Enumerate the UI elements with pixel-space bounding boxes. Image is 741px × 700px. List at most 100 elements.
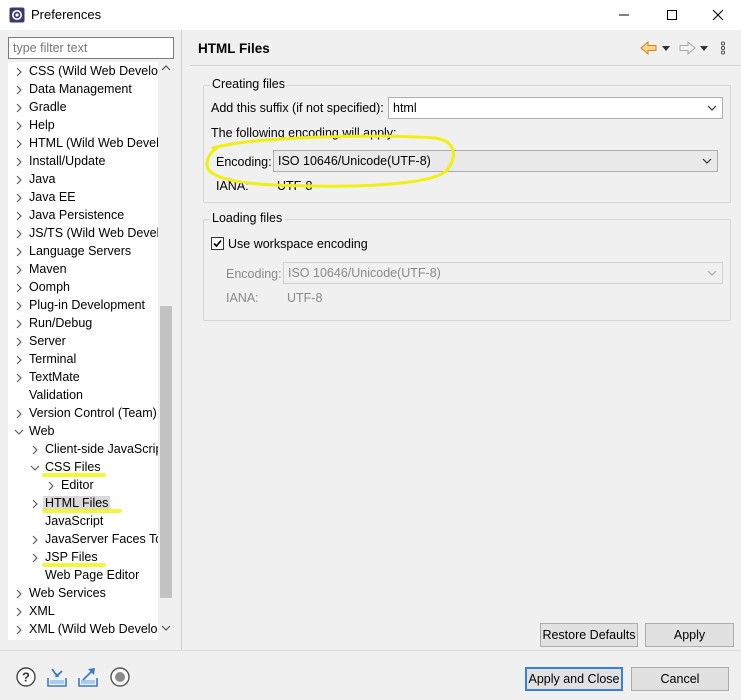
tree-item-label: Oomph bbox=[29, 280, 70, 294]
chevron-right-icon[interactable] bbox=[14, 624, 24, 636]
export-icon[interactable] bbox=[77, 666, 99, 688]
tree-item[interactable]: Version Control (Team) bbox=[8, 405, 160, 423]
tree-item-label: Server bbox=[29, 334, 66, 348]
tree-item[interactable]: Maven bbox=[8, 261, 160, 279]
cancel-button[interactable]: Cancel bbox=[631, 667, 729, 691]
workspace-encoding-checkbox[interactable] bbox=[211, 237, 224, 250]
chevron-right-icon[interactable] bbox=[14, 336, 24, 348]
chevron-right-icon[interactable] bbox=[14, 246, 24, 258]
tree-item[interactable]: XML bbox=[8, 603, 160, 621]
chevron-right-icon[interactable] bbox=[30, 498, 40, 510]
chevron-right-icon[interactable] bbox=[30, 552, 40, 564]
back-menu-chevron-icon[interactable] bbox=[661, 40, 671, 56]
chevron-right-icon[interactable] bbox=[30, 444, 40, 456]
chevron-right-icon[interactable] bbox=[14, 210, 24, 222]
chevron-right-icon[interactable] bbox=[14, 318, 24, 330]
close-button[interactable] bbox=[695, 0, 741, 30]
tree-item[interactable]: Run/Debug bbox=[8, 315, 160, 333]
help-icon[interactable]: ? bbox=[15, 666, 37, 688]
tree-item[interactable]: Client-side JavaScript bbox=[8, 441, 160, 459]
header-separator bbox=[190, 65, 741, 66]
chevron-right-icon[interactable] bbox=[14, 282, 24, 294]
tree-item[interactable]: Data Management bbox=[8, 81, 160, 99]
tree-item[interactable]: Plug-in Development bbox=[8, 297, 160, 315]
tree-item[interactable]: Help bbox=[8, 117, 160, 135]
tree-item[interactable]: Editor bbox=[8, 477, 160, 495]
highlight-circle-annotation bbox=[205, 134, 455, 188]
tree-item[interactable]: Web Page Editor bbox=[8, 567, 160, 585]
scroll-up-icon[interactable] bbox=[161, 64, 171, 72]
chevron-right-icon[interactable] bbox=[14, 120, 24, 132]
chevron-right-icon[interactable] bbox=[14, 588, 24, 600]
chevron-down-icon bbox=[702, 158, 712, 164]
maximize-button[interactable] bbox=[649, 0, 695, 30]
filter-field[interactable] bbox=[8, 37, 174, 59]
tree-item[interactable]: Language Servers bbox=[8, 243, 160, 261]
restore-defaults-button[interactable]: Restore Defaults bbox=[540, 623, 638, 647]
tree-item[interactable]: Gradle bbox=[8, 99, 160, 117]
tree-item[interactable]: Java Persistence bbox=[8, 207, 160, 225]
tree-item[interactable]: Oomph bbox=[8, 279, 160, 297]
tree-item[interactable]: JavaScript bbox=[8, 513, 160, 531]
tree-item[interactable]: HTML (Wild Web Developer) bbox=[8, 135, 160, 153]
view-menu-icon[interactable] bbox=[719, 40, 727, 56]
tree-item-label: TextMate bbox=[29, 370, 80, 384]
tree-item[interactable]: Install/Update bbox=[8, 153, 160, 171]
chevron-right-icon[interactable] bbox=[14, 66, 24, 78]
import-icon[interactable] bbox=[46, 666, 68, 688]
chevron-right-icon[interactable] bbox=[14, 408, 24, 420]
loading-encoding-combo: ISO 10646/Unicode(UTF-8) bbox=[283, 262, 723, 284]
tree-item[interactable]: Validation bbox=[8, 387, 160, 405]
workspace-encoding-label[interactable]: Use workspace encoding bbox=[228, 237, 368, 251]
tree-item[interactable]: Java bbox=[8, 171, 160, 189]
tree-item[interactable]: Web bbox=[8, 423, 160, 441]
tree-item[interactable]: JavaServer Faces Tools bbox=[8, 531, 160, 549]
tree-item-label: JS/TS (Wild Web Developer) bbox=[29, 226, 160, 240]
chevron-right-icon[interactable] bbox=[14, 192, 24, 204]
chevron-right-icon[interactable] bbox=[14, 372, 24, 384]
scroll-down-icon[interactable] bbox=[161, 624, 171, 632]
tree-item[interactable]: XML (Wild Web Developer) bbox=[8, 621, 160, 639]
preference-tree[interactable]: CSS (Wild Web Developer) Data Management G… bbox=[8, 62, 174, 640]
back-arrow-icon[interactable] bbox=[640, 40, 658, 56]
tree-item-label: Client-side JavaScript bbox=[45, 442, 160, 456]
chevron-right-icon[interactable] bbox=[14, 174, 24, 186]
tree-item-label: Plug-in Development bbox=[29, 298, 146, 312]
record-icon[interactable] bbox=[109, 666, 131, 688]
tree-item[interactable]: CSS (Wild Web Developer) bbox=[8, 63, 160, 81]
chevron-right-icon[interactable] bbox=[30, 534, 40, 546]
chevron-right-icon[interactable] bbox=[46, 480, 56, 492]
tree-scrollbar[interactable] bbox=[158, 62, 174, 640]
preferences-app-icon bbox=[9, 7, 25, 23]
pane-divider[interactable] bbox=[181, 30, 182, 650]
tree-item[interactable]: Web Services bbox=[8, 585, 160, 603]
chevron-right-icon[interactable] bbox=[14, 138, 24, 150]
apply-and-close-button[interactable]: Apply and Close bbox=[525, 667, 623, 691]
window-title: Preferences bbox=[31, 7, 102, 22]
forward-menu-chevron-icon[interactable] bbox=[699, 40, 709, 56]
tree-item[interactable]: Java EE bbox=[8, 189, 160, 207]
chevron-right-icon[interactable] bbox=[14, 300, 24, 312]
chevron-right-icon[interactable] bbox=[14, 228, 24, 240]
chevron-right-icon[interactable] bbox=[14, 606, 24, 618]
chevron-down-icon[interactable] bbox=[30, 462, 40, 474]
scrollbar-thumb[interactable] bbox=[160, 306, 172, 598]
suffix-combo[interactable]: html bbox=[388, 97, 723, 119]
chevron-right-icon[interactable] bbox=[14, 156, 24, 168]
chevron-right-icon[interactable] bbox=[14, 264, 24, 276]
tree-item[interactable]: Terminal bbox=[8, 351, 160, 369]
chevron-down-icon[interactable] bbox=[14, 426, 24, 438]
tree-item[interactable]: Server bbox=[8, 333, 160, 351]
tree-item-label: Terminal bbox=[29, 352, 77, 366]
minimize-icon bbox=[619, 14, 629, 16]
apply-button[interactable]: Apply bbox=[645, 623, 734, 647]
creating-files-title: Creating files bbox=[210, 77, 287, 91]
minimize-button[interactable] bbox=[601, 0, 647, 30]
chevron-right-icon[interactable] bbox=[14, 354, 24, 366]
tree-item[interactable]: TextMate bbox=[8, 369, 160, 387]
tree-item[interactable]: JS/TS (Wild Web Developer) bbox=[8, 225, 160, 243]
filter-input[interactable] bbox=[9, 38, 173, 58]
chevron-right-icon[interactable] bbox=[14, 84, 24, 96]
chevron-right-icon[interactable] bbox=[14, 102, 24, 114]
forward-arrow-icon[interactable] bbox=[678, 40, 696, 56]
